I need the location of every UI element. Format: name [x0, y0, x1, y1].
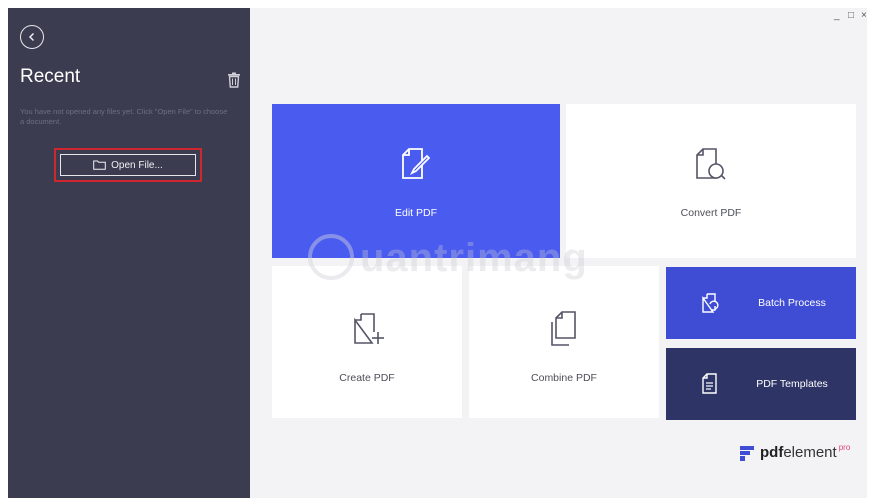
open-file-button[interactable]: Open File... [60, 154, 196, 176]
edit-document-icon [402, 148, 430, 179]
combine-documents-icon [551, 311, 576, 346]
tile-convert-pdf-label: Convert PDF [680, 207, 742, 219]
sidebar-title: Recent [20, 66, 81, 87]
folder-icon [93, 160, 106, 170]
convert-document-icon [696, 148, 726, 180]
empty-recent-message: You have not opened any files yet. Click… [20, 107, 228, 126]
tile-combine-pdf[interactable]: Combine PDF [469, 266, 659, 418]
brand-suffix: pro [838, 443, 851, 452]
create-document-icon [354, 313, 384, 344]
maximize-button[interactable]: □ [848, 10, 854, 21]
brand-name-rest: element [783, 444, 837, 461]
brand-name: pdfelement [760, 444, 837, 461]
back-button[interactable] [20, 25, 44, 49]
tile-edit-pdf-label: Edit PDF [394, 207, 437, 219]
tile-edit-pdf[interactable]: Edit PDF [272, 104, 560, 258]
batch-process-icon [702, 293, 719, 313]
templates-icon [702, 373, 717, 394]
tile-batch-process[interactable]: Batch Process [666, 267, 856, 339]
tile-convert-pdf[interactable]: Convert PDF [566, 104, 856, 258]
pdfelement-logo-icon [740, 446, 754, 461]
tile-pdf-templates-label: PDF Templates [756, 378, 828, 390]
tile-create-pdf-label: Create PDF [339, 372, 395, 384]
trash-icon[interactable] [227, 72, 241, 88]
tile-combine-pdf-label: Combine PDF [531, 372, 597, 384]
tile-pdf-templates[interactable]: PDF Templates [666, 348, 856, 420]
chevron-left-icon [28, 32, 35, 42]
tile-batch-process-label: Batch Process [758, 297, 826, 309]
tile-create-pdf[interactable]: Create PDF [272, 266, 462, 418]
brand-name-bold: pdf [760, 444, 784, 461]
pdfelement-logo: pdfelement pro [740, 443, 851, 462]
recent-sidebar: Recent You have not opened any files yet… [8, 8, 250, 498]
minimize-button[interactable]: _ [834, 10, 840, 21]
app-window: Recent You have not opened any files yet… [8, 8, 867, 498]
open-file-label: Open File... [111, 159, 163, 171]
close-button[interactable]: × [861, 10, 867, 21]
